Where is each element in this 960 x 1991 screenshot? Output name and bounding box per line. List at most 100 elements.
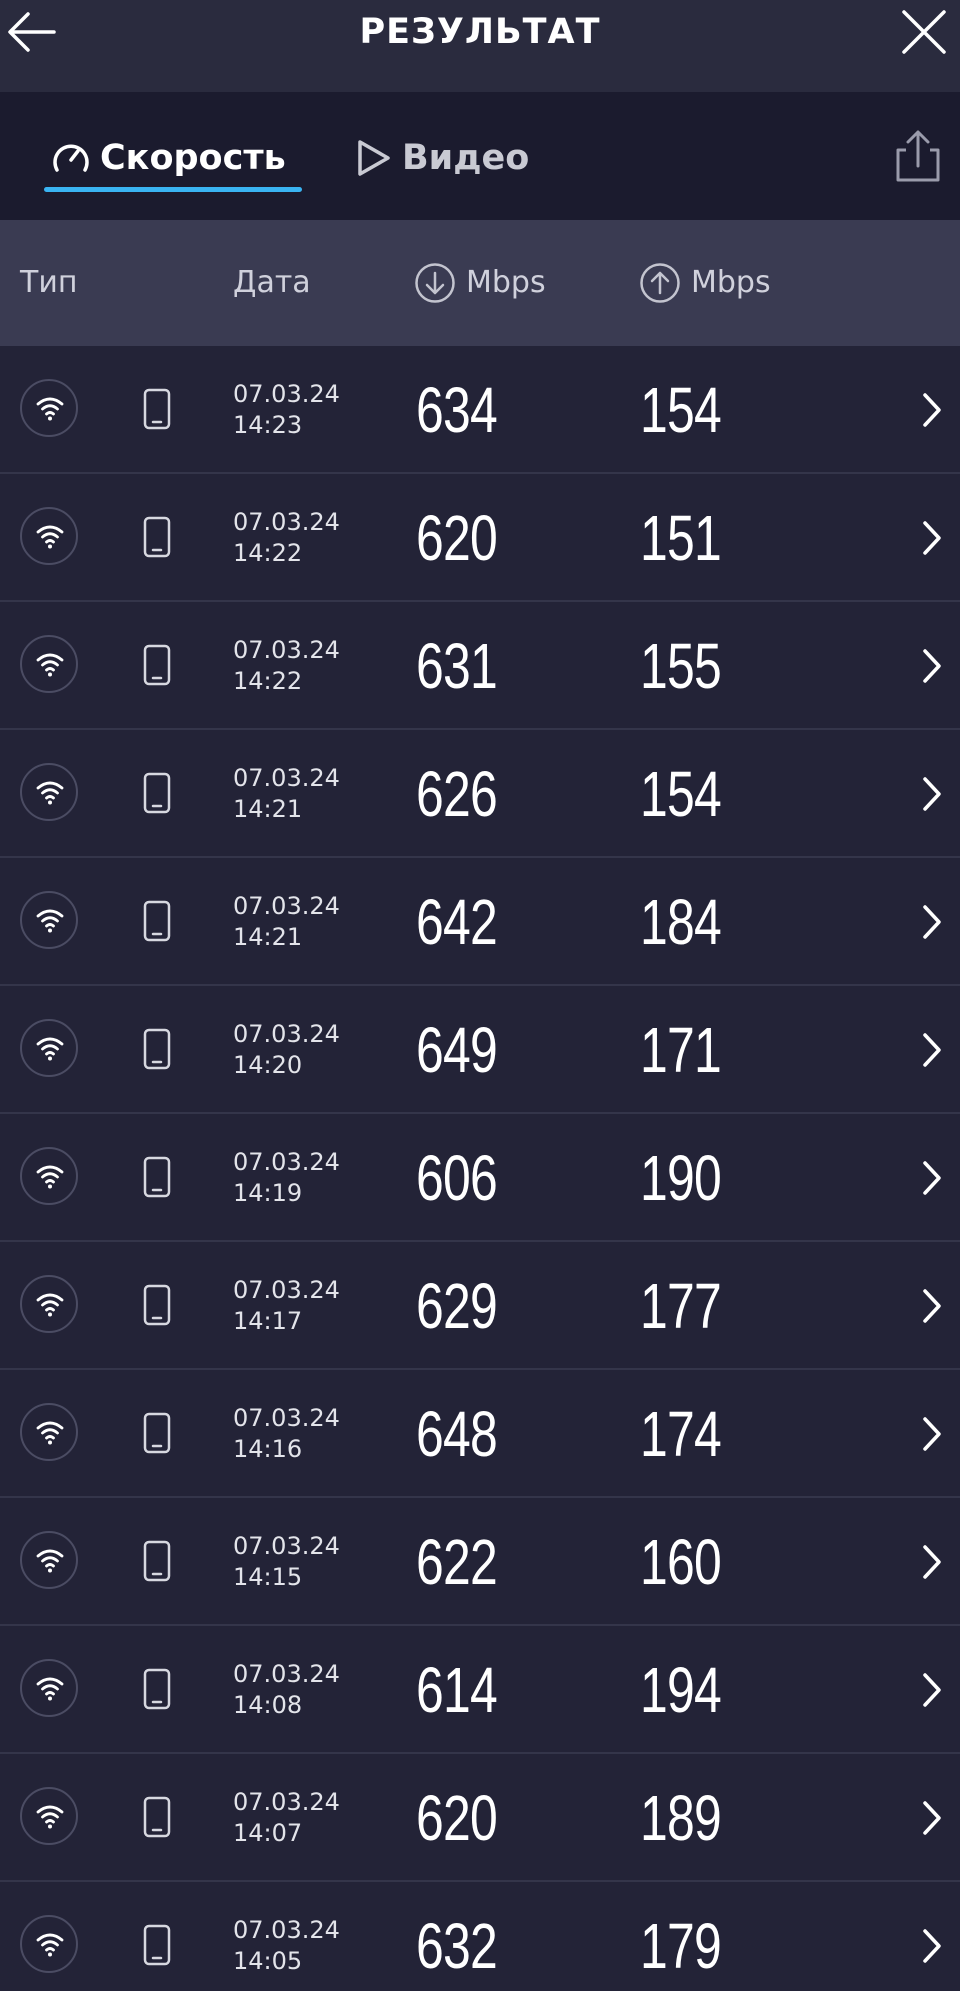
app-root: РЕЗУЛЬТАТ Скорость Видео Тип Дата Mbps M… <box>0 0 960 1991</box>
chevron-right-icon <box>923 1929 941 1963</box>
result-datetime: 07.03.24 14:08 <box>233 1659 340 1721</box>
result-datetime: 07.03.24 14:22 <box>233 635 340 697</box>
tab-bar: Скорость Видео <box>0 92 960 220</box>
smartphone-icon <box>143 1028 171 1070</box>
play-icon <box>358 140 390 176</box>
results-list: 07.03.24 14:23 634 154 07.03.24 14:22 62… <box>0 346 960 1991</box>
result-date: 07.03.24 <box>233 1148 340 1176</box>
tab-speed-label: Скорость <box>100 138 286 178</box>
smartphone-icon <box>143 1284 171 1326</box>
result-row[interactable]: 07.03.24 14:05 632 179 <box>0 1882 960 1991</box>
result-row[interactable]: 07.03.24 14:22 620 151 <box>0 474 960 602</box>
result-row[interactable]: 07.03.24 14:17 629 177 <box>0 1242 960 1370</box>
download-value: 626 <box>416 758 498 830</box>
result-row[interactable]: 07.03.24 14:23 634 154 <box>0 346 960 474</box>
smartphone-icon <box>143 1796 171 1838</box>
connection-type-badge <box>20 1659 78 1717</box>
upload-value: 174 <box>640 1398 722 1470</box>
column-upload-label: Mbps <box>691 265 771 300</box>
wifi-icon <box>36 1677 64 1701</box>
result-date: 07.03.24 <box>233 1788 340 1816</box>
result-date: 07.03.24 <box>233 764 340 792</box>
page-title: РЕЗУЛЬТАТ <box>359 12 601 52</box>
column-download[interactable]: Mbps <box>414 258 546 308</box>
chevron-right-icon <box>923 1289 941 1323</box>
connection-type-badge <box>20 1019 78 1077</box>
connection-type-badge <box>20 763 78 821</box>
smartphone-icon <box>143 1668 171 1710</box>
wifi-icon <box>36 397 64 421</box>
smartphone-icon <box>143 644 171 686</box>
share-button[interactable] <box>890 128 950 188</box>
close-icon <box>902 10 946 54</box>
result-row[interactable]: 07.03.24 14:22 631 155 <box>0 602 960 730</box>
download-value: 614 <box>416 1654 498 1726</box>
chevron-right-icon <box>923 1801 941 1835</box>
download-value: 606 <box>416 1142 498 1214</box>
smartphone-icon <box>143 1156 171 1198</box>
download-value: 620 <box>416 1782 498 1854</box>
result-date: 07.03.24 <box>233 1532 340 1560</box>
result-row[interactable]: 07.03.24 14:19 606 190 <box>0 1114 960 1242</box>
result-datetime: 07.03.24 14:05 <box>233 1915 340 1977</box>
wifi-icon <box>36 1165 64 1189</box>
result-datetime: 07.03.24 14:16 <box>233 1403 340 1465</box>
column-download-label: Mbps <box>466 265 546 300</box>
smartphone-icon <box>143 900 171 942</box>
tab-speed[interactable]: Скорость <box>50 130 286 186</box>
result-time: 14:22 <box>233 667 303 695</box>
wifi-icon <box>36 1549 64 1573</box>
result-date: 07.03.24 <box>233 1276 340 1304</box>
result-row[interactable]: 07.03.24 14:20 649 171 <box>0 986 960 1114</box>
chevron-right-icon <box>923 1161 941 1195</box>
smartphone-icon <box>143 388 171 430</box>
active-tab-indicator <box>44 187 302 192</box>
column-upload[interactable]: Mbps <box>639 258 771 308</box>
wifi-icon <box>36 525 64 549</box>
result-time: 14:21 <box>233 923 303 951</box>
smartphone-icon <box>143 516 171 558</box>
connection-type-badge <box>20 379 78 437</box>
close-button[interactable] <box>890 0 960 70</box>
result-date: 07.03.24 <box>233 892 340 920</box>
result-datetime: 07.03.24 14:22 <box>233 507 340 569</box>
column-type[interactable]: Тип <box>20 258 77 308</box>
column-date-label: Дата <box>233 265 311 300</box>
result-datetime: 07.03.24 14:19 <box>233 1147 340 1209</box>
wifi-icon <box>36 1037 64 1061</box>
wifi-icon <box>36 653 64 677</box>
upload-value: 179 <box>640 1910 722 1982</box>
chevron-right-icon <box>923 649 941 683</box>
table-header: Тип Дата Mbps Mbps <box>0 220 960 346</box>
result-row[interactable]: 07.03.24 14:21 642 184 <box>0 858 960 986</box>
smartphone-icon <box>143 1540 171 1582</box>
upload-value: 160 <box>640 1526 722 1598</box>
result-time: 14:05 <box>233 1947 303 1975</box>
result-row[interactable]: 07.03.24 14:08 614 194 <box>0 1626 960 1754</box>
download-arrow-icon <box>415 263 455 303</box>
tab-video[interactable]: Видео <box>354 130 529 186</box>
connection-type-badge <box>20 1403 78 1461</box>
download-value: 620 <box>416 502 498 574</box>
result-datetime: 07.03.24 14:21 <box>233 763 340 825</box>
chevron-right-icon <box>923 905 941 939</box>
result-row[interactable]: 07.03.24 14:15 622 160 <box>0 1498 960 1626</box>
connection-type-badge <box>20 1915 78 1973</box>
share-icon <box>896 130 940 182</box>
connection-type-badge <box>20 1787 78 1845</box>
result-time: 14:20 <box>233 1051 303 1079</box>
result-datetime: 07.03.24 14:17 <box>233 1275 340 1337</box>
download-value: 622 <box>416 1526 498 1598</box>
result-row[interactable]: 07.03.24 14:21 626 154 <box>0 730 960 858</box>
upload-value: 189 <box>640 1782 722 1854</box>
column-date[interactable]: Дата <box>233 258 311 308</box>
download-value: 648 <box>416 1398 498 1470</box>
result-row[interactable]: 07.03.24 14:07 620 189 <box>0 1754 960 1882</box>
result-time: 14:08 <box>233 1691 303 1719</box>
connection-type-badge <box>20 1275 78 1333</box>
result-datetime: 07.03.24 14:20 <box>233 1019 340 1081</box>
wifi-icon <box>36 909 64 933</box>
download-value: 649 <box>416 1014 498 1086</box>
result-row[interactable]: 07.03.24 14:16 648 174 <box>0 1370 960 1498</box>
download-value: 631 <box>416 630 498 702</box>
